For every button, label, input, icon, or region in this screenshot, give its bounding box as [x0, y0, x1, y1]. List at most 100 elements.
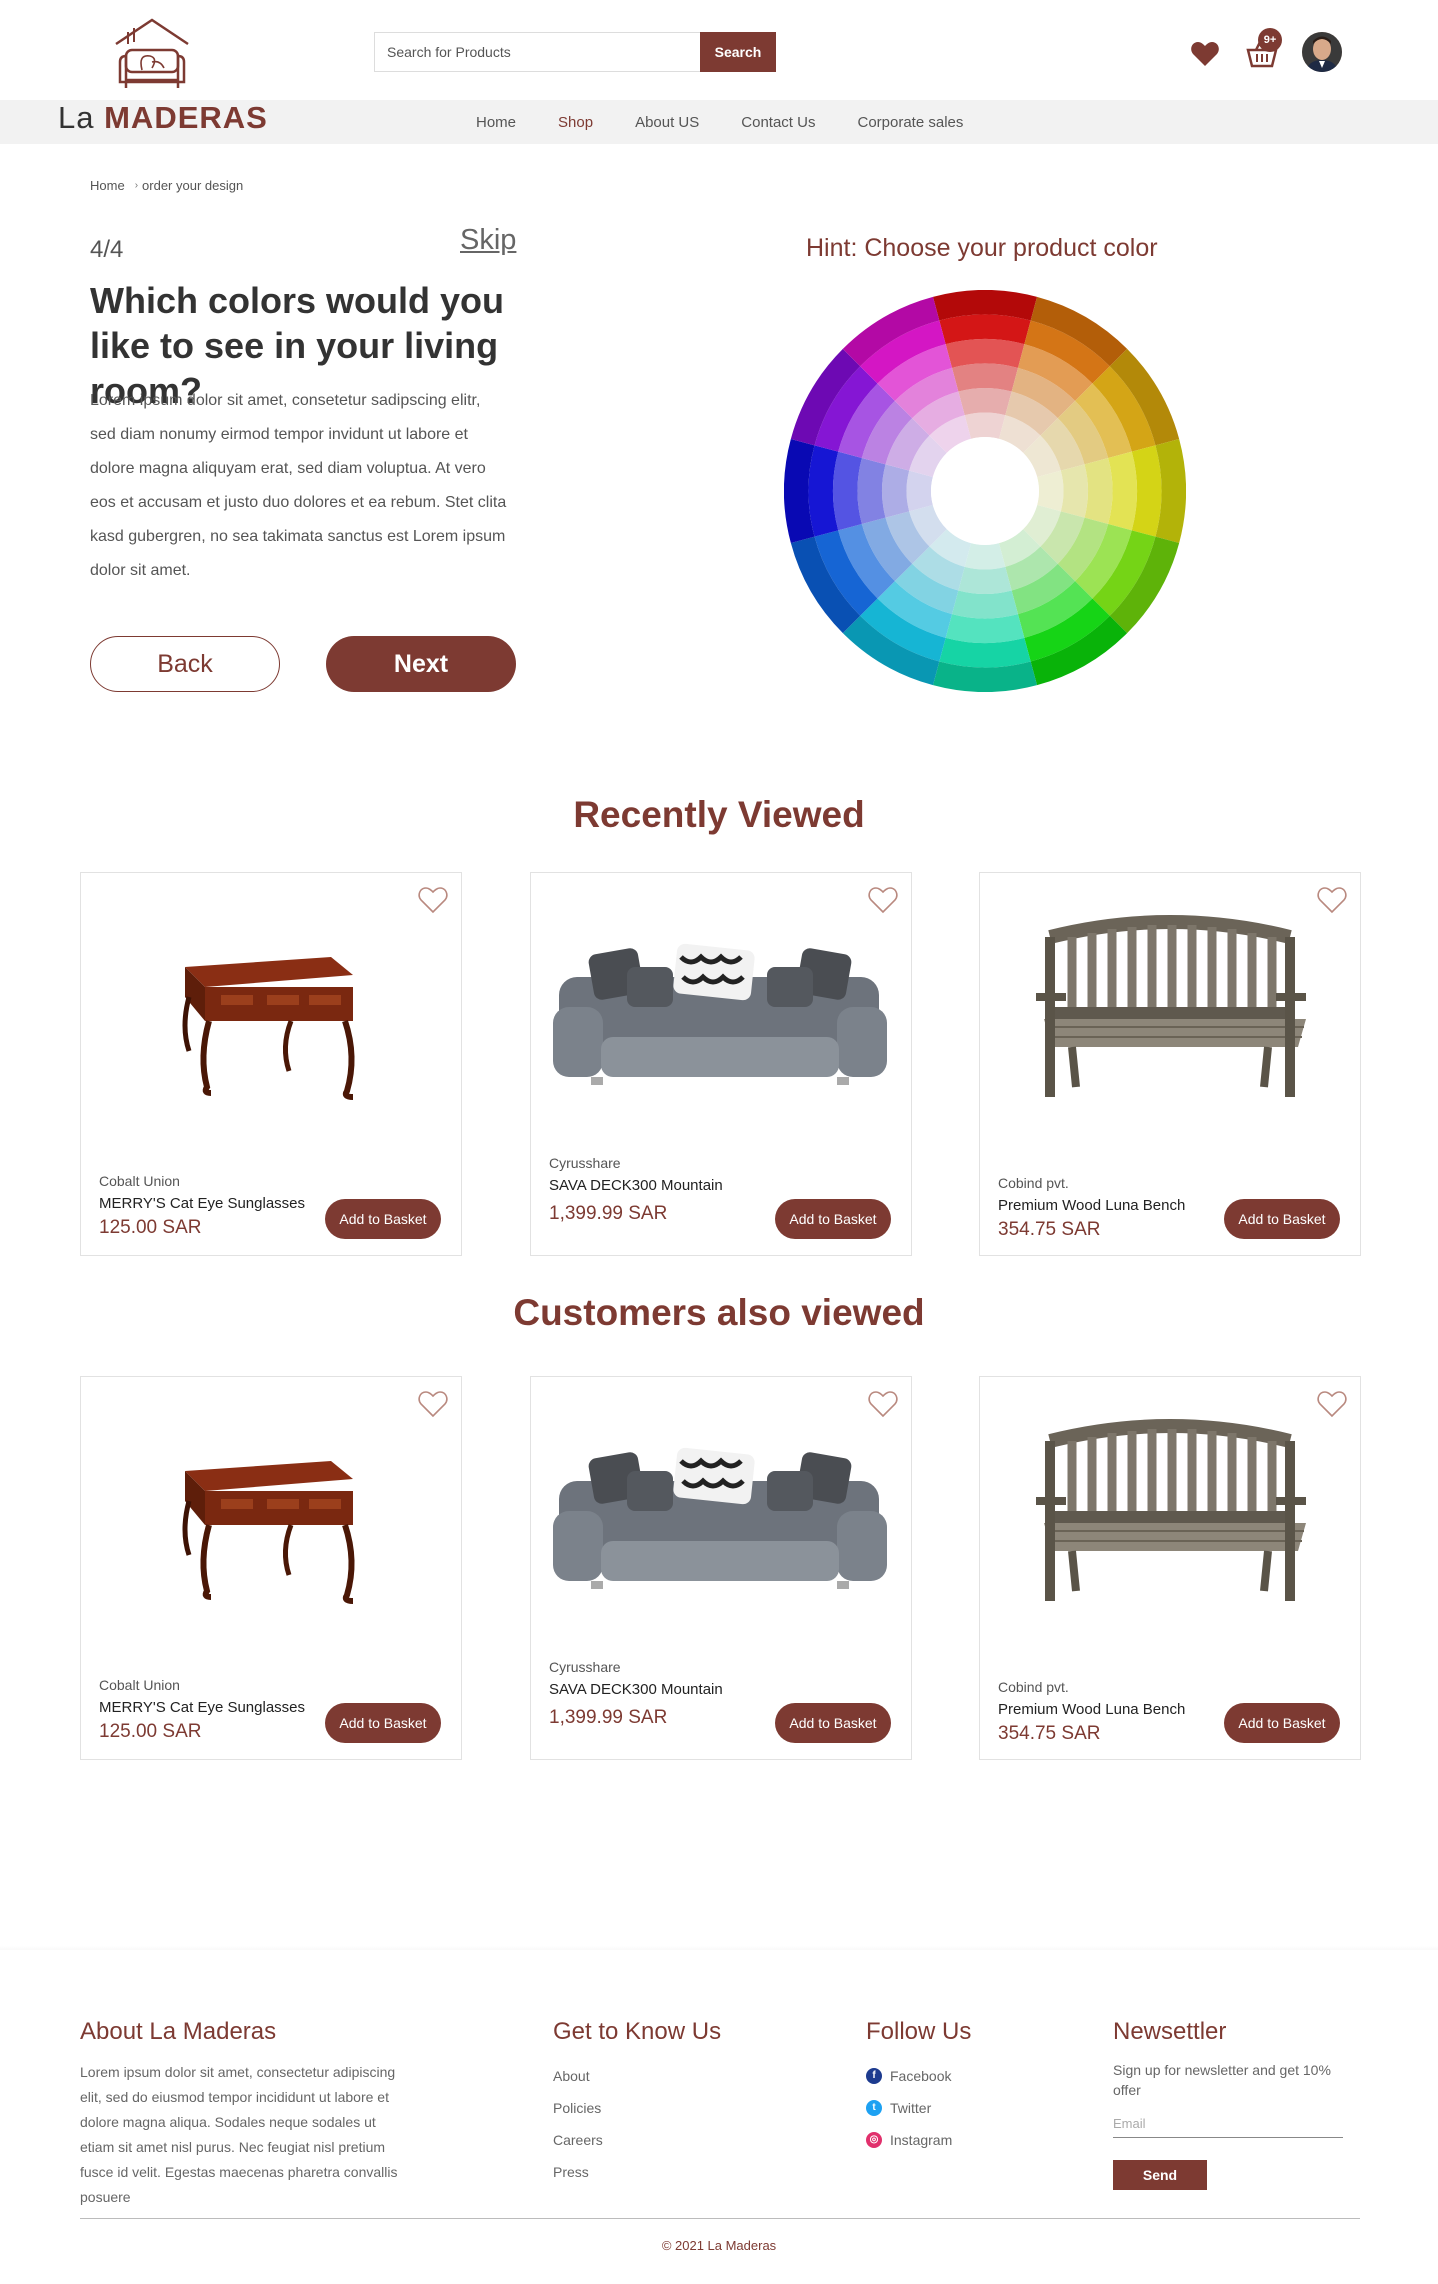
product-price: 354.75 SAR	[998, 1219, 1101, 1240]
footer-follow-us: Follow Us f Facebook t Twitter ◎ Instagr…	[866, 2018, 971, 2156]
footer-newsletter-title: Newsettler	[1113, 2018, 1227, 2045]
color-swatch[interactable]	[882, 464, 910, 518]
search-input[interactable]	[374, 32, 700, 72]
back-button[interactable]: Back	[90, 636, 280, 692]
color-wheel-picker[interactable]	[784, 290, 1186, 692]
product-price: 125.00 SAR	[99, 1721, 202, 1742]
favorite-heart-icon[interactable]	[867, 885, 899, 915]
product-name[interactable]: Premium Wood Luna Bench	[998, 1701, 1185, 1718]
customers-viewed-title: Customers also viewed	[513, 1292, 925, 1333]
logo-wordmark-overlay[interactable]: La MADERAS	[58, 100, 268, 136]
favorite-heart-icon[interactable]	[417, 1389, 449, 1419]
color-hint: Hint: Choose your product color	[806, 234, 1158, 262]
product-image[interactable]	[81, 1401, 461, 1641]
add-to-basket-button[interactable]: Add to Basket	[325, 1703, 441, 1743]
social-facebook-link[interactable]: f Facebook	[866, 2060, 971, 2092]
color-swatch[interactable]	[1037, 470, 1064, 512]
product-price: 125.00 SAR	[99, 1217, 202, 1238]
footer-about-text: Lorem ipsum dolor sit amet, consectetur …	[80, 2064, 398, 2205]
nav-contact-us[interactable]: Contact Us	[741, 114, 815, 131]
site-header: Search 9+	[0, 0, 1438, 100]
breadcrumb-home[interactable]: Home	[90, 178, 125, 193]
social-twitter-link[interactable]: t Twitter	[866, 2092, 971, 2124]
footer-line	[80, 2218, 1360, 2219]
footer-link-about[interactable]: About	[553, 2060, 721, 2092]
skip-link[interactable]: Skip	[460, 224, 516, 257]
color-wheel-center	[931, 437, 1039, 545]
color-swatch[interactable]	[857, 458, 886, 524]
product-card[interactable]: Cobind pvt. Premium Wood Luna Bench 354.…	[979, 872, 1361, 1256]
color-swatch[interactable]	[952, 590, 1018, 619]
social-twitter-label: Twitter	[890, 2100, 932, 2116]
product-card[interactable]: Cyrusshare SAVA DECK300 Mountain 1,399.9…	[530, 872, 912, 1256]
product-brand: Cobalt Union	[99, 1677, 180, 1693]
favorite-heart-icon[interactable]	[1316, 885, 1348, 915]
social-instagram-label: Instagram	[890, 2132, 953, 2148]
product-image[interactable]	[531, 1401, 911, 1641]
product-name[interactable]: SAVA DECK300 Mountain	[549, 1177, 723, 1194]
product-name[interactable]: MERRY'S Cat Eye Sunglasses	[99, 1699, 305, 1716]
product-image[interactable]	[81, 897, 461, 1137]
logo-la: La	[58, 100, 95, 135]
color-swatch[interactable]	[964, 543, 1006, 570]
add-to-basket-button[interactable]: Add to Basket	[1224, 1199, 1340, 1239]
footer-know-us: Get to Know Us About Policies Careers Pr…	[553, 2018, 721, 2188]
product-card[interactable]: Cyrusshare SAVA DECK300 Mountain 1,399.9…	[530, 1376, 912, 1760]
nav-corporate-sales[interactable]: Corporate sales	[857, 114, 963, 131]
product-brand: Cyrusshare	[549, 1659, 621, 1675]
social-facebook-label: Facebook	[890, 2068, 952, 2084]
facebook-icon: f	[866, 2068, 882, 2084]
color-swatch[interactable]	[964, 412, 1006, 439]
wishlist-heart-icon[interactable]	[1190, 40, 1220, 68]
add-to-basket-button[interactable]: Add to Basket	[325, 1199, 441, 1239]
product-price: 1,399.99 SAR	[549, 1707, 668, 1728]
add-to-basket-button[interactable]: Add to Basket	[1224, 1703, 1340, 1743]
color-swatch[interactable]	[958, 566, 1012, 594]
nav-shop[interactable]: Shop	[558, 114, 593, 131]
logo-sofa-icon[interactable]	[108, 16, 196, 100]
breadcrumb: Home › order your design	[90, 178, 243, 193]
footer-link-policies[interactable]: Policies	[553, 2092, 721, 2124]
product-brand: Cobind pvt.	[998, 1175, 1069, 1191]
color-swatch[interactable]	[952, 363, 1018, 392]
product-price: 354.75 SAR	[998, 1723, 1101, 1744]
color-swatch[interactable]	[1084, 458, 1113, 524]
nav-home[interactable]: Home	[476, 114, 516, 131]
question-description: Lorem ipsum dolor sit amet, consetetur s…	[90, 392, 507, 579]
color-swatch[interactable]	[958, 388, 1012, 416]
newsletter-email-field[interactable]	[1113, 2114, 1343, 2138]
product-image[interactable]	[980, 1401, 1360, 1641]
search-button[interactable]: Search	[700, 32, 776, 72]
cart-count-badge: 9+	[1258, 28, 1282, 52]
favorite-heart-icon[interactable]	[1316, 1389, 1348, 1419]
footer-link-careers[interactable]: Careers	[553, 2124, 721, 2156]
product-image[interactable]	[531, 897, 911, 1137]
product-brand: Cobalt Union	[99, 1173, 180, 1189]
product-brand: Cobind pvt.	[998, 1679, 1069, 1695]
footer-link-press[interactable]: Press	[553, 2156, 721, 2188]
product-name[interactable]: Premium Wood Luna Bench	[998, 1197, 1185, 1214]
add-to-basket-button[interactable]: Add to Basket	[775, 1703, 891, 1743]
newsletter-text: Sign up for newsletter and get 10% offer	[1113, 2062, 1331, 2098]
product-card[interactable]: Cobalt Union MERRY'S Cat Eye Sunglasses …	[80, 1376, 462, 1760]
next-button[interactable]: Next	[326, 636, 516, 692]
product-name[interactable]: SAVA DECK300 Mountain	[549, 1681, 723, 1698]
favorite-heart-icon[interactable]	[867, 1389, 899, 1419]
nav-list: Home Shop About US Contact Us Corporate …	[476, 100, 1005, 144]
person-avatar-icon	[1302, 32, 1342, 72]
product-image[interactable]	[980, 897, 1360, 1137]
user-avatar[interactable]	[1302, 32, 1342, 72]
social-instagram-link[interactable]: ◎ Instagram	[866, 2124, 971, 2156]
add-to-basket-button[interactable]: Add to Basket	[775, 1199, 891, 1239]
newsletter-send-button[interactable]: Send	[1113, 2160, 1207, 2190]
logo-maderas: MADERAS	[104, 100, 268, 135]
product-card[interactable]: Cobalt Union MERRY'S Cat Eye Sunglasses …	[80, 872, 462, 1256]
nav-about-us[interactable]: About US	[635, 114, 699, 131]
favorite-heart-icon[interactable]	[417, 885, 449, 915]
product-card[interactable]: Cobind pvt. Premium Wood Luna Bench 354.…	[979, 1376, 1361, 1760]
product-brand: Cyrusshare	[549, 1155, 621, 1171]
color-swatch[interactable]	[1060, 464, 1088, 518]
product-name[interactable]: MERRY'S Cat Eye Sunglasses	[99, 1195, 305, 1212]
twitter-icon: t	[866, 2100, 882, 2116]
color-swatch[interactable]	[906, 470, 933, 512]
